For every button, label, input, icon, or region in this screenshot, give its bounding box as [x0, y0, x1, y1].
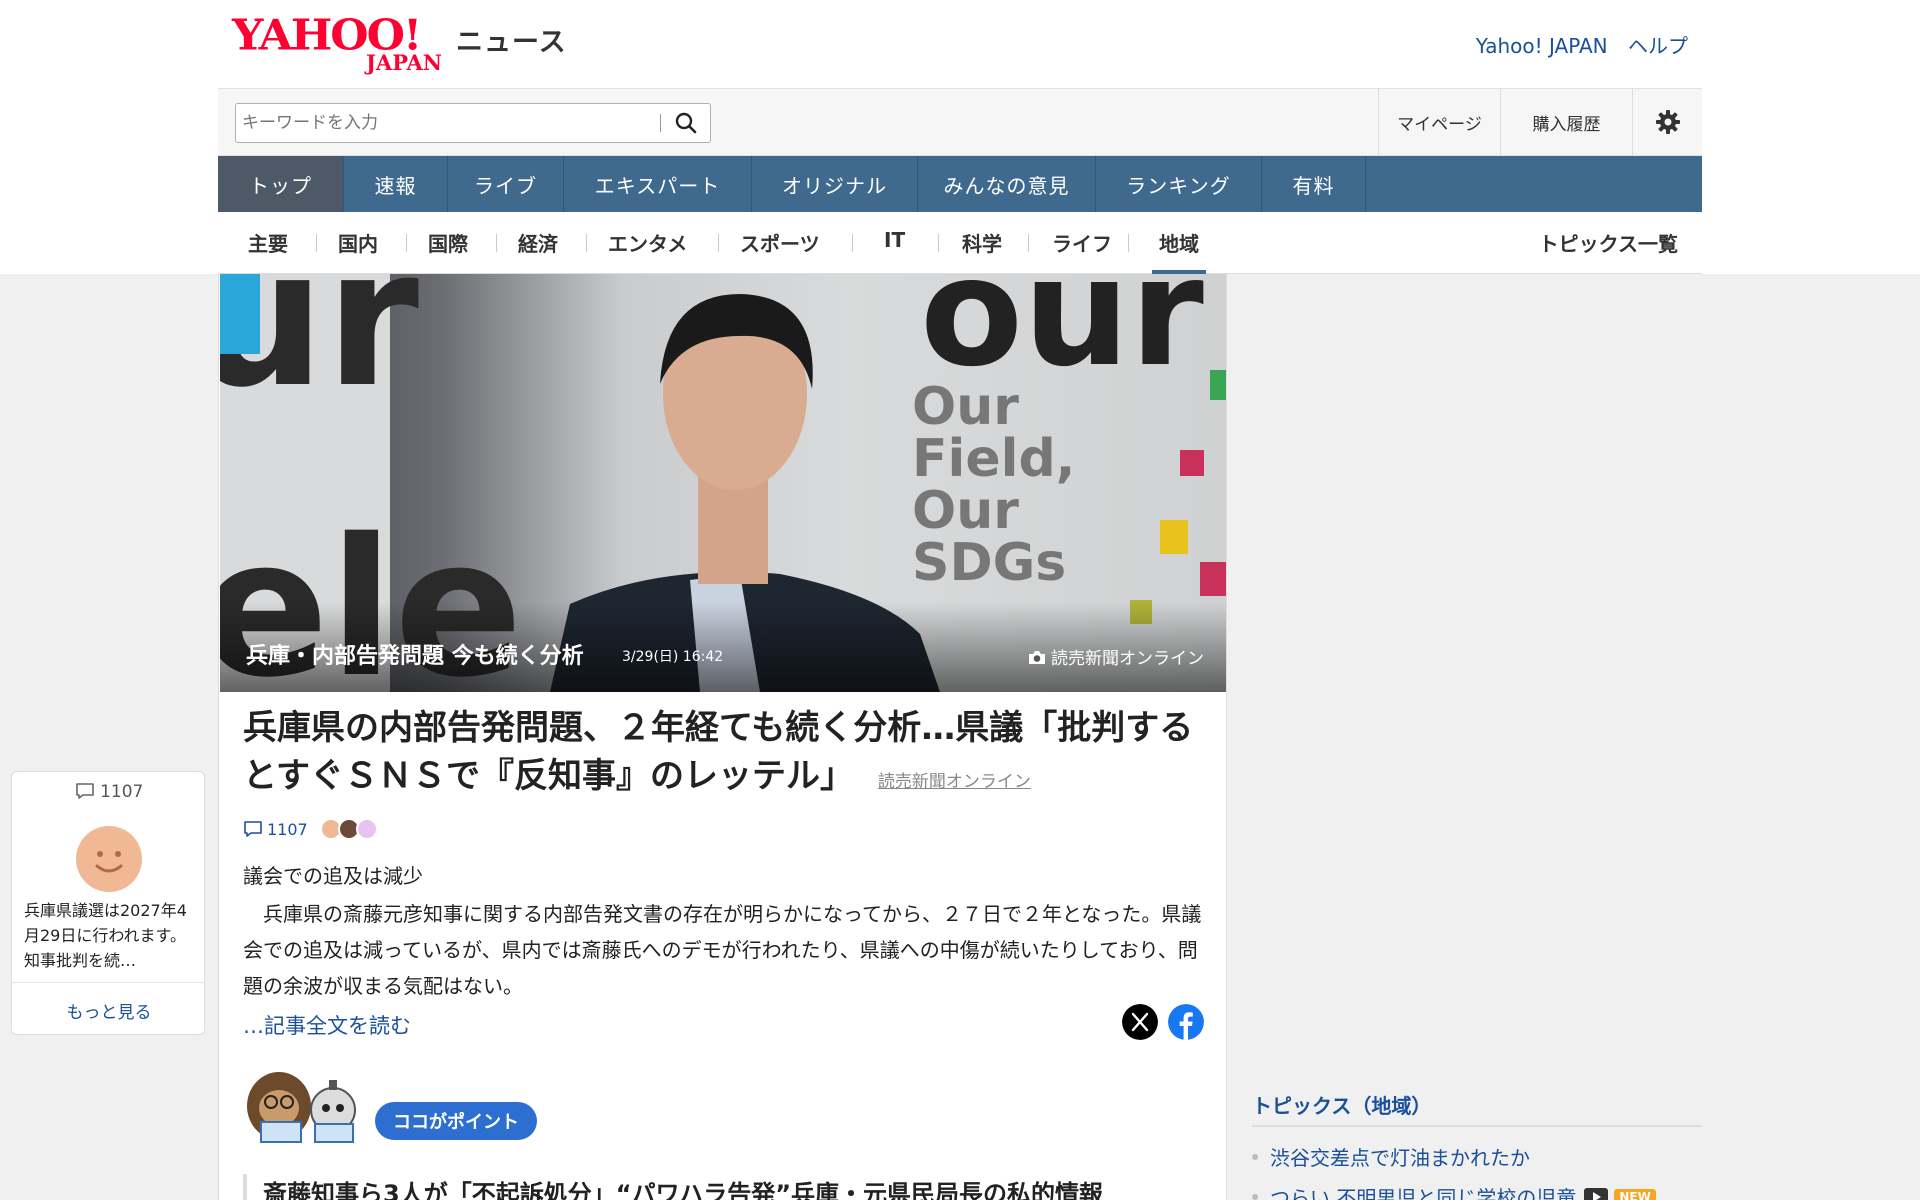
search-input[interactable] [242, 110, 642, 136]
cat-divider [316, 234, 317, 252]
article-subhead: 議会での追及は減少 [243, 864, 423, 888]
sidebar-topic-text: 渋谷交差点で灯油まかれたか [1270, 1146, 1530, 1170]
topics-all-link[interactable]: トピックス一覧 [1539, 228, 1678, 257]
headline-source-link[interactable]: 読売新聞オンライン [878, 772, 1031, 792]
smiley-face-icon [95, 851, 123, 873]
sidebar-topic-text: つらい 不明男児と同じ学校の児童 [1270, 1186, 1577, 1200]
cat-sports[interactable]: スポーツ [740, 228, 820, 274]
cat-domestic[interactable]: 国内 [338, 228, 378, 274]
comment-card-divider [12, 982, 204, 983]
hero-title[interactable]: 兵庫・内部告発問題 今も続く分析 [246, 638, 584, 670]
cat-science[interactable]: 科学 [962, 228, 1002, 274]
search-divider [660, 114, 661, 132]
hero-image[interactable]: ur ele our Our Field, Our SDGs 兵庫・内部告発問題… [220, 274, 1226, 692]
utility-buttons: マイページ 購入履歴 [1378, 89, 1702, 155]
comment-count-link[interactable]: 1107 [267, 820, 308, 839]
bullet [1252, 1153, 1258, 1160]
svg-text:SDGs: SDGs [912, 533, 1066, 593]
category-nav: 主要 国内 国際 経済 エンタメ スポーツ IT 科学 ライフ 地域 トピックス… [218, 212, 1702, 274]
comment-card-text: 兵庫県議選は2027年4月29日に行われます。 知事批判を続… [24, 901, 187, 970]
commenter-avatars [316, 818, 378, 840]
gear-icon [1655, 110, 1680, 134]
search-button[interactable] [672, 110, 700, 136]
main-nav: トップ 速報 ライブ エキスパート オリジナル みんなの意見 ランキング 有料 [218, 156, 1702, 212]
article-headline: 兵庫県の内部告発問題、２年経ても続く分析…県議「批判するとすぐＳＮＳで『反知事』… [243, 704, 1203, 806]
facebook-share-icon[interactable] [1168, 1004, 1204, 1040]
cat-divider [406, 234, 407, 252]
svg-text:Our: Our [912, 377, 1019, 437]
help-link[interactable]: ヘルプ [1628, 34, 1688, 58]
nav-top[interactable]: トップ [218, 156, 344, 212]
point-label: ココがポイント [375, 1102, 537, 1140]
hero-source-text: 読売新聞オンライン [1051, 649, 1204, 669]
cat-it[interactable]: IT [884, 228, 905, 274]
cat-divider [852, 234, 853, 252]
search-bar: マイページ 購入履歴 [218, 88, 1702, 156]
cat-divider [496, 234, 497, 252]
read-full-article-link[interactable]: …記事全文を読む [243, 1010, 411, 1040]
camera-icon [1028, 651, 1045, 664]
comment-card[interactable]: 1107 兵庫県議選は2027年4月29日に行われます。 知事批判を続… もっと… [11, 771, 205, 1035]
nav-expert[interactable]: エキスパート [564, 156, 752, 212]
settings-button[interactable] [1632, 89, 1702, 155]
commenter-avatar [76, 826, 142, 892]
logo-japan-text: JAPAN [366, 50, 442, 75]
yahoo-news-logo[interactable]: YAHOO! JAPAN ニュース [232, 14, 572, 75]
logo-news-text: ニュース [456, 27, 567, 58]
mypage-button[interactable]: マイページ [1378, 89, 1500, 155]
cat-divider [718, 234, 719, 252]
video-icon [1584, 1187, 1609, 1200]
cat-economy[interactable]: 経済 [518, 228, 558, 274]
sidebar-divider [1252, 1125, 1702, 1127]
search-icon [675, 112, 697, 134]
header-links: Yahoo! JAPAN ヘルプ [1462, 30, 1688, 59]
related-article-headline[interactable]: 斎藤知事ら3人が「不起訴処分」“パワハラ告発”兵庫・元県民局長の私的情報 [243, 1174, 1203, 1200]
purchase-history-button[interactable]: 購入履歴 [1500, 89, 1632, 155]
article-meta: 1107 [243, 816, 378, 842]
article-lead: 兵庫県の斎藤元彦知事に関する内部告発文書の存在が明らかになってから、２７日で２年… [243, 902, 1202, 998]
cat-local[interactable]: 地域 [1152, 228, 1206, 274]
cat-divider [1128, 234, 1129, 252]
cat-entertainment[interactable]: エンタメ [608, 228, 687, 274]
cat-divider [586, 234, 587, 252]
headline-text: 兵庫県の内部告発問題、２年経ても続く分析…県議「批判するとすぐＳＮＳで『反知事』… [243, 708, 1194, 796]
x-share-icon[interactable] [1122, 1004, 1158, 1040]
sidebar-topic-item[interactable]: つらい 不明男児と同じ学校の児童 NEW [1252, 1182, 1656, 1200]
cat-divider [938, 234, 939, 252]
yahoo-japan-link[interactable]: Yahoo! JAPAN [1476, 34, 1608, 58]
article-column: ur ele our Our Field, Our SDGs 兵庫・内部告発問題… [218, 274, 1227, 1200]
sidebar-topics-title[interactable]: トピックス（地域） [1252, 1090, 1431, 1119]
cat-main[interactable]: 主要 [248, 228, 288, 274]
cat-international[interactable]: 国際 [428, 228, 468, 274]
nav-live[interactable]: ライブ [448, 156, 564, 212]
svg-text:Field,: Field, [912, 429, 1075, 489]
search-box [235, 103, 711, 143]
nav-original[interactable]: オリジナル [752, 156, 918, 212]
comment-icon[interactable] [243, 820, 263, 838]
comment-card-count: 1107 [100, 782, 144, 802]
new-badge: NEW [1614, 1188, 1656, 1200]
share-buttons [1122, 1004, 1204, 1040]
sidebar-topic-item[interactable]: 渋谷交差点で灯油まかれたか [1252, 1142, 1530, 1171]
nav-opinions[interactable]: みんなの意見 [918, 156, 1096, 212]
cat-divider [1028, 234, 1029, 252]
comment-card-count-row: 1107 [12, 782, 206, 802]
bullet [1252, 1193, 1258, 1200]
svg-text:Our: Our [912, 481, 1019, 541]
nav-breaking[interactable]: 速報 [344, 156, 448, 212]
nav-ranking[interactable]: ランキング [1096, 156, 1262, 212]
point-section: ココがポイント [243, 1070, 643, 1144]
comment-icon [75, 783, 94, 799]
hero-date: 3/29(日) 16:42 [622, 649, 724, 665]
nav-paid[interactable]: 有料 [1262, 156, 1366, 212]
mascot-characters-icon [247, 1072, 356, 1143]
comment-card-more-link[interactable]: もっと見る [12, 998, 206, 1023]
hero-source: 読売新聞オンライン [1028, 644, 1204, 669]
cat-life[interactable]: ライフ [1052, 228, 1112, 274]
avatar [355, 818, 378, 840]
